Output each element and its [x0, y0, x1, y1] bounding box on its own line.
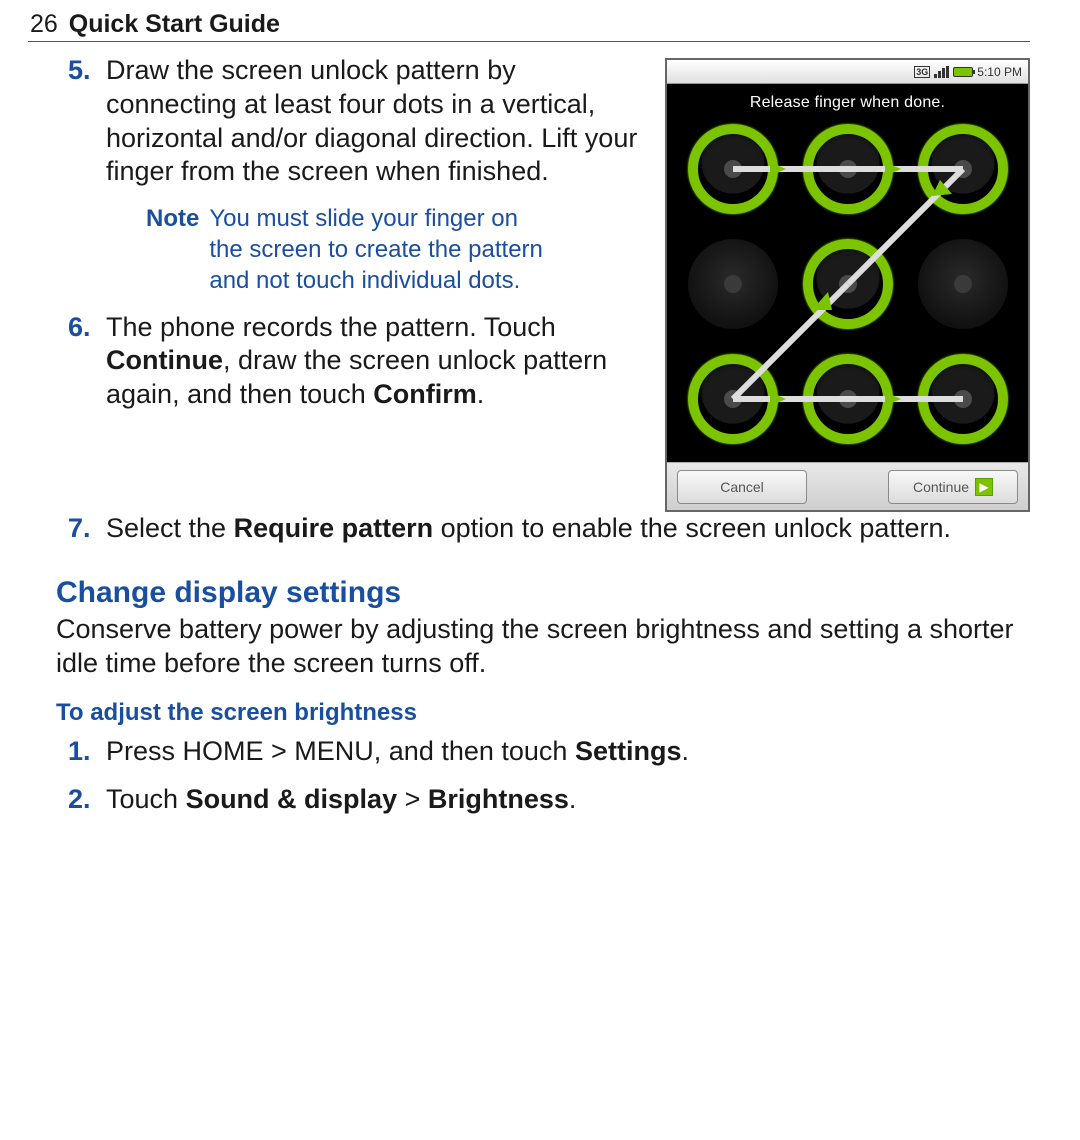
step-text: Touch Sound & display > Brightness. — [106, 784, 576, 814]
pattern-dot-5[interactable] — [918, 239, 1008, 329]
pattern-dot-6[interactable] — [688, 354, 778, 444]
pattern-dot-1[interactable] — [803, 124, 893, 214]
status-bar: 3G 5:10 PM — [667, 60, 1028, 84]
guide-title: Quick Start Guide — [69, 10, 280, 38]
network-icon: 3G — [914, 66, 930, 78]
page-header: 26 Quick Start Guide — [28, 10, 1030, 42]
section-intro: Conserve battery power by adjusting the … — [56, 612, 1030, 681]
pattern-dot-8[interactable] — [918, 354, 1008, 444]
step-text: Select the Require pattern option to ena… — [106, 513, 951, 543]
note-block: Note You must slide your finger on the s… — [146, 203, 647, 297]
button-bar: Cancel Continue ▶ — [667, 462, 1028, 510]
step-text: Press HOME > MENU, and then touch Settin… — [106, 736, 689, 766]
phone-screenshot: 3G 5:10 PM Release finger when done. — [665, 58, 1030, 512]
pattern-dot-0[interactable] — [688, 124, 778, 214]
text-column: 5. Draw the screen unlock pattern by con… — [28, 54, 647, 426]
pattern-dot-7[interactable] — [803, 354, 893, 444]
pattern-dot-4[interactable] — [803, 239, 893, 329]
brightness-step-1: 1. Press HOME > MENU, and then touch Set… — [106, 735, 1030, 769]
note-text: You must slide your finger on the screen… — [209, 203, 549, 297]
pattern-grid[interactable] — [678, 124, 1018, 454]
step-text: The phone records the pattern. Touch Con… — [106, 312, 607, 410]
step-text: Draw the screen unlock pattern by connec… — [106, 55, 637, 186]
note-label: Note — [146, 203, 199, 297]
subsection-brightness: To adjust the screen brightness — [56, 699, 1030, 727]
pattern-dot-3[interactable] — [688, 239, 778, 329]
pattern-dot-2[interactable] — [918, 124, 1008, 214]
step-number: 2. — [68, 783, 91, 817]
phone-figure: 3G 5:10 PM Release finger when done. — [665, 58, 1030, 512]
step-number: 5. — [68, 54, 91, 88]
step-7: 7. Select the Require pattern option to … — [106, 512, 1030, 546]
battery-icon — [953, 67, 973, 77]
step-number: 6. — [68, 311, 91, 345]
continue-arrow-icon: ▶ — [975, 478, 993, 496]
document-page: 26 Quick Start Guide 5. Draw the screen … — [0, 0, 1080, 870]
continue-button[interactable]: Continue ▶ — [888, 470, 1018, 504]
step-5: 5. Draw the screen unlock pattern by con… — [106, 54, 647, 189]
step-number: 1. — [68, 735, 91, 769]
clock: 5:10 PM — [977, 65, 1022, 79]
cancel-button[interactable]: Cancel — [677, 470, 807, 504]
step-number: 7. — [68, 512, 91, 546]
brightness-step-2: 2. Touch Sound & display > Brightness. — [106, 783, 1030, 817]
page-number: 26 — [30, 10, 58, 38]
signal-icon — [934, 66, 949, 78]
section-heading-display: Change display settings — [56, 576, 1030, 610]
step-6: 6. The phone records the pattern. Touch … — [106, 311, 647, 412]
pattern-instruction: Release finger when done. — [667, 84, 1028, 124]
